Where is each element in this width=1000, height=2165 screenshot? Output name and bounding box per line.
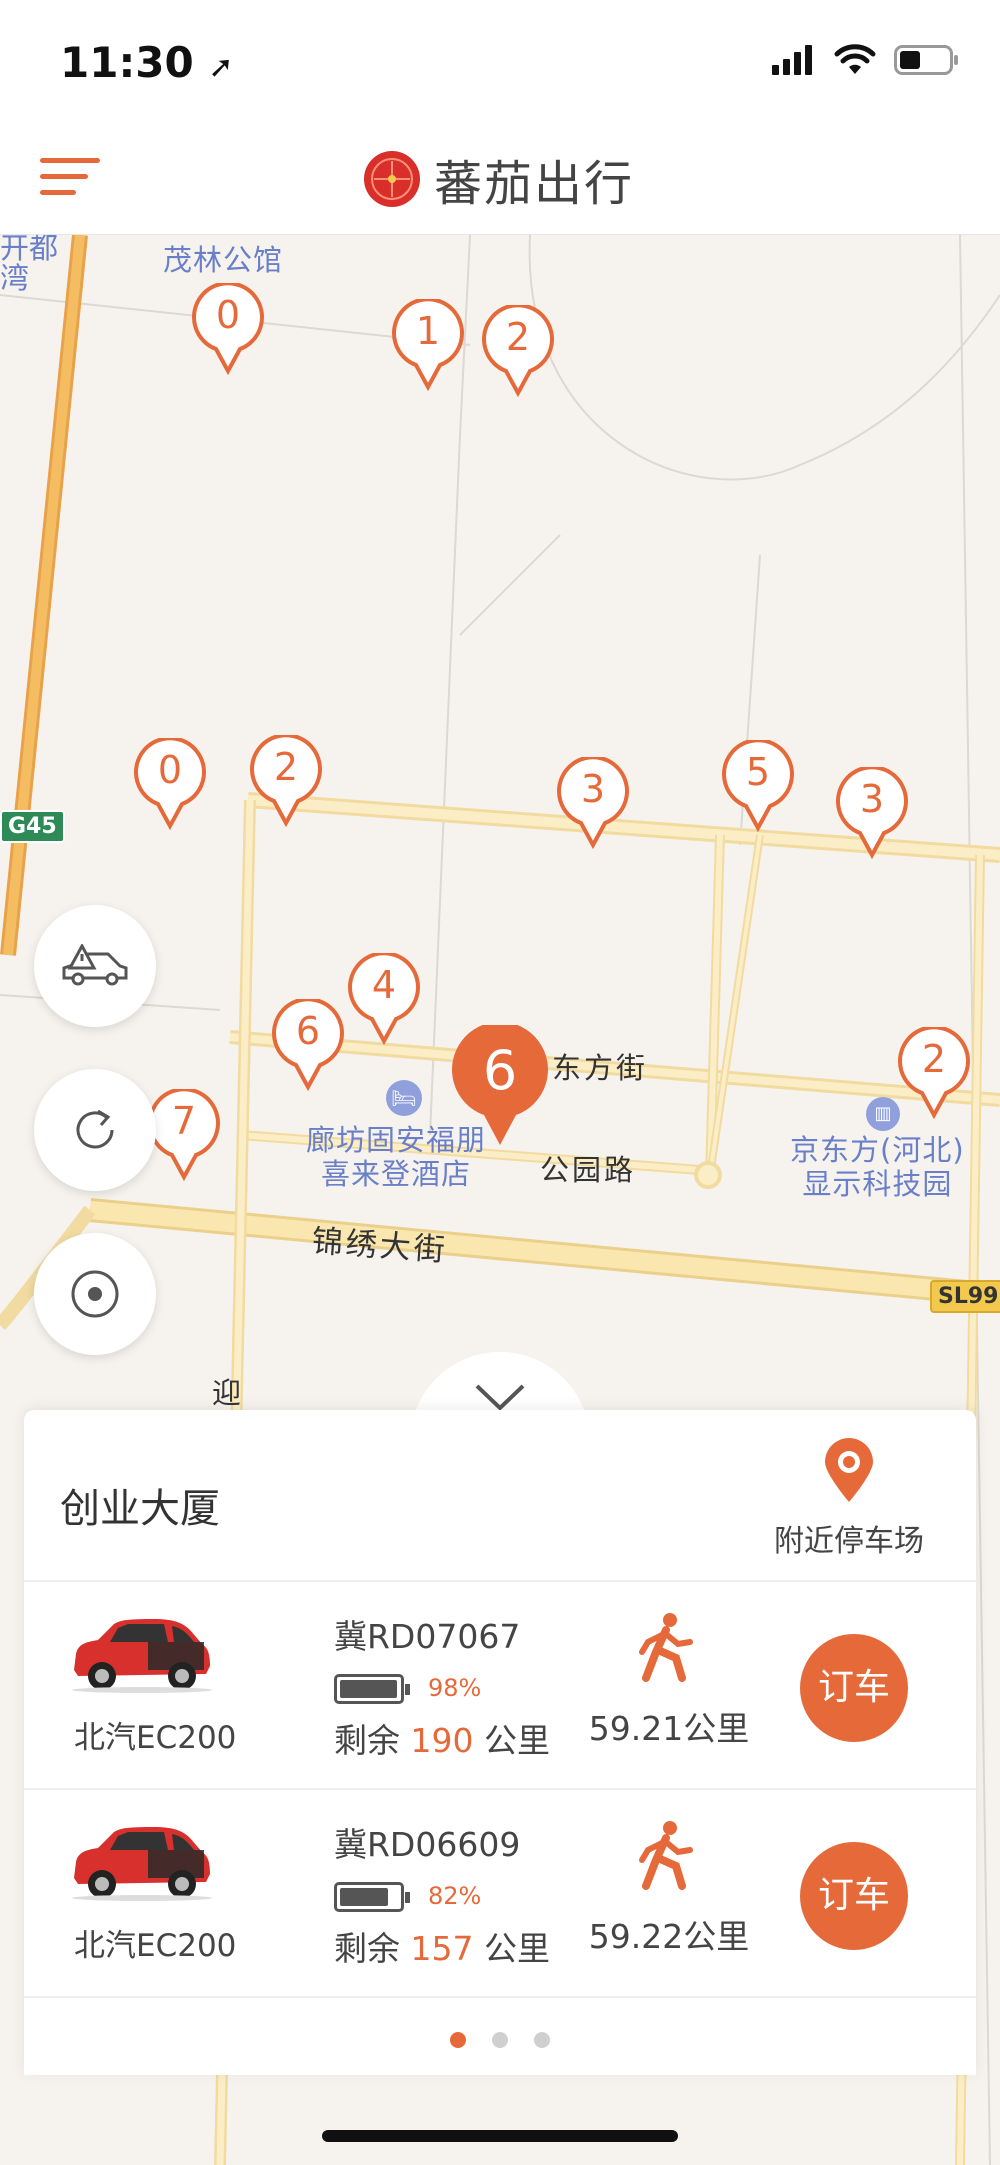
- parking-pin[interactable]: 2: [248, 735, 324, 827]
- chevron-down-icon: [475, 1384, 525, 1411]
- range-text: 剩余 190 公里: [334, 1721, 550, 1760]
- battery-fill: [340, 1680, 397, 1698]
- app-title-wrap: 蕃茄出行: [362, 144, 634, 214]
- car-plate: 冀RD06609: [334, 1825, 521, 1864]
- location-pin-icon: [825, 1438, 873, 1502]
- refresh-icon: [76, 1109, 114, 1149]
- status-bar: 11:30 ➚: [0, 0, 1000, 120]
- wifi-icon: [834, 44, 876, 74]
- car-model: 北汽EC200: [74, 1720, 237, 1756]
- app-header: 蕃茄出行: [0, 120, 1000, 235]
- station-name: 创业大厦: [60, 1486, 220, 1532]
- parking-pin[interactable]: 6: [270, 999, 346, 1091]
- car-list-item[interactable]: 北汽EC200 冀RD07067 98% 剩余 190 公里 59.21公里 订…: [24, 1582, 976, 1788]
- home-indicator[interactable]: [322, 2130, 678, 2142]
- pagination-dots: [24, 2032, 976, 2048]
- battery-icon: [334, 1882, 410, 1912]
- page-dot[interactable]: [492, 2032, 508, 2048]
- parking-pin[interactable]: 4: [346, 953, 422, 1045]
- shield-sl99: SL99: [930, 1280, 1000, 1313]
- battery-percent: 82%: [428, 1882, 482, 1910]
- range-value: 157: [410, 1929, 474, 1968]
- car-plate: 冀RD07067: [334, 1617, 521, 1656]
- menu-button[interactable]: [40, 152, 102, 204]
- status-icons: [772, 44, 960, 76]
- nearby-parking-button[interactable]: 附近停车场: [764, 1436, 934, 1560]
- menu-icon: [40, 158, 100, 163]
- street-label-ying: 迎: [212, 1376, 245, 1410]
- walking-distance: 59.22公里: [588, 1917, 750, 1956]
- locate-button[interactable]: [34, 1233, 156, 1355]
- hotel-icon: 🛏: [386, 1080, 422, 1116]
- street-label-jinxiu: 锦绣大街: [310, 1223, 449, 1269]
- parking-pin[interactable]: 0: [190, 283, 266, 375]
- page-dot[interactable]: [450, 2032, 466, 2048]
- parking-pin[interactable]: 3: [555, 757, 631, 849]
- page-dot[interactable]: [534, 2032, 550, 2048]
- locate-icon: [71, 1270, 119, 1318]
- tomato-logo-icon: [364, 151, 420, 207]
- poi-maolin: 茂林公馆: [163, 243, 284, 277]
- car-image: [72, 1619, 212, 1693]
- nearby-parking-label: 附近停车场: [774, 1524, 924, 1559]
- parking-pin[interactable]: 3: [834, 767, 910, 859]
- book-car-button[interactable]: 订车: [800, 1634, 908, 1742]
- battery-status-icon: [894, 45, 958, 75]
- car-warning-icon: [62, 944, 128, 986]
- walking-icon: [639, 1613, 693, 1682]
- station-sheet: 创业大厦 附近停车场 北汽EC200 冀RD07067 98% 剩余 190 公…: [24, 1410, 976, 2075]
- walking-icon: [639, 1821, 693, 1890]
- divider: [24, 1996, 976, 1998]
- parking-pin[interactable]: 2: [480, 305, 556, 397]
- car-image: [72, 1827, 212, 1901]
- walking-distance: 59.21公里: [588, 1709, 750, 1748]
- battery-percent: 98%: [428, 1674, 482, 1702]
- selected-parking-pin[interactable]: 6: [450, 1025, 550, 1149]
- parking-pin[interactable]: 2: [896, 1027, 972, 1119]
- parking-pin[interactable]: 7: [146, 1089, 222, 1181]
- app-title: 蕃茄出行: [434, 156, 635, 212]
- park-icon: ▥: [866, 1097, 900, 1131]
- report-car-issue-button[interactable]: [34, 905, 156, 1027]
- shield-g45: G45: [0, 810, 65, 843]
- car-list-item[interactable]: 北汽EC200 冀RD06609 82% 剩余 157 公里 59.22公里 订…: [24, 1790, 976, 1996]
- refresh-button[interactable]: [34, 1069, 156, 1191]
- street-label-dongfang: 东方街: [552, 1051, 649, 1085]
- signal-icon: [772, 45, 812, 75]
- battery-icon: [334, 1674, 410, 1704]
- book-car-button[interactable]: 订车: [800, 1842, 908, 1950]
- car-model: 北汽EC200: [74, 1928, 237, 1964]
- parking-pin[interactable]: 5: [720, 740, 796, 832]
- parking-pin[interactable]: 1: [390, 299, 466, 391]
- street-label-park-road: 公园路: [540, 1153, 637, 1187]
- location-arrow-icon: ➚: [208, 50, 234, 85]
- range-value: 190: [410, 1721, 474, 1760]
- status-time: 11:30 ➚: [60, 38, 234, 87]
- battery-fill: [340, 1888, 388, 1906]
- parking-pin[interactable]: 0: [132, 738, 208, 830]
- map-label-left-bottom: 湾: [0, 261, 33, 295]
- poi-boe: 京东方(河北) 显示科技园: [790, 1133, 965, 1201]
- range-text: 剩余 157 公里: [334, 1929, 550, 1968]
